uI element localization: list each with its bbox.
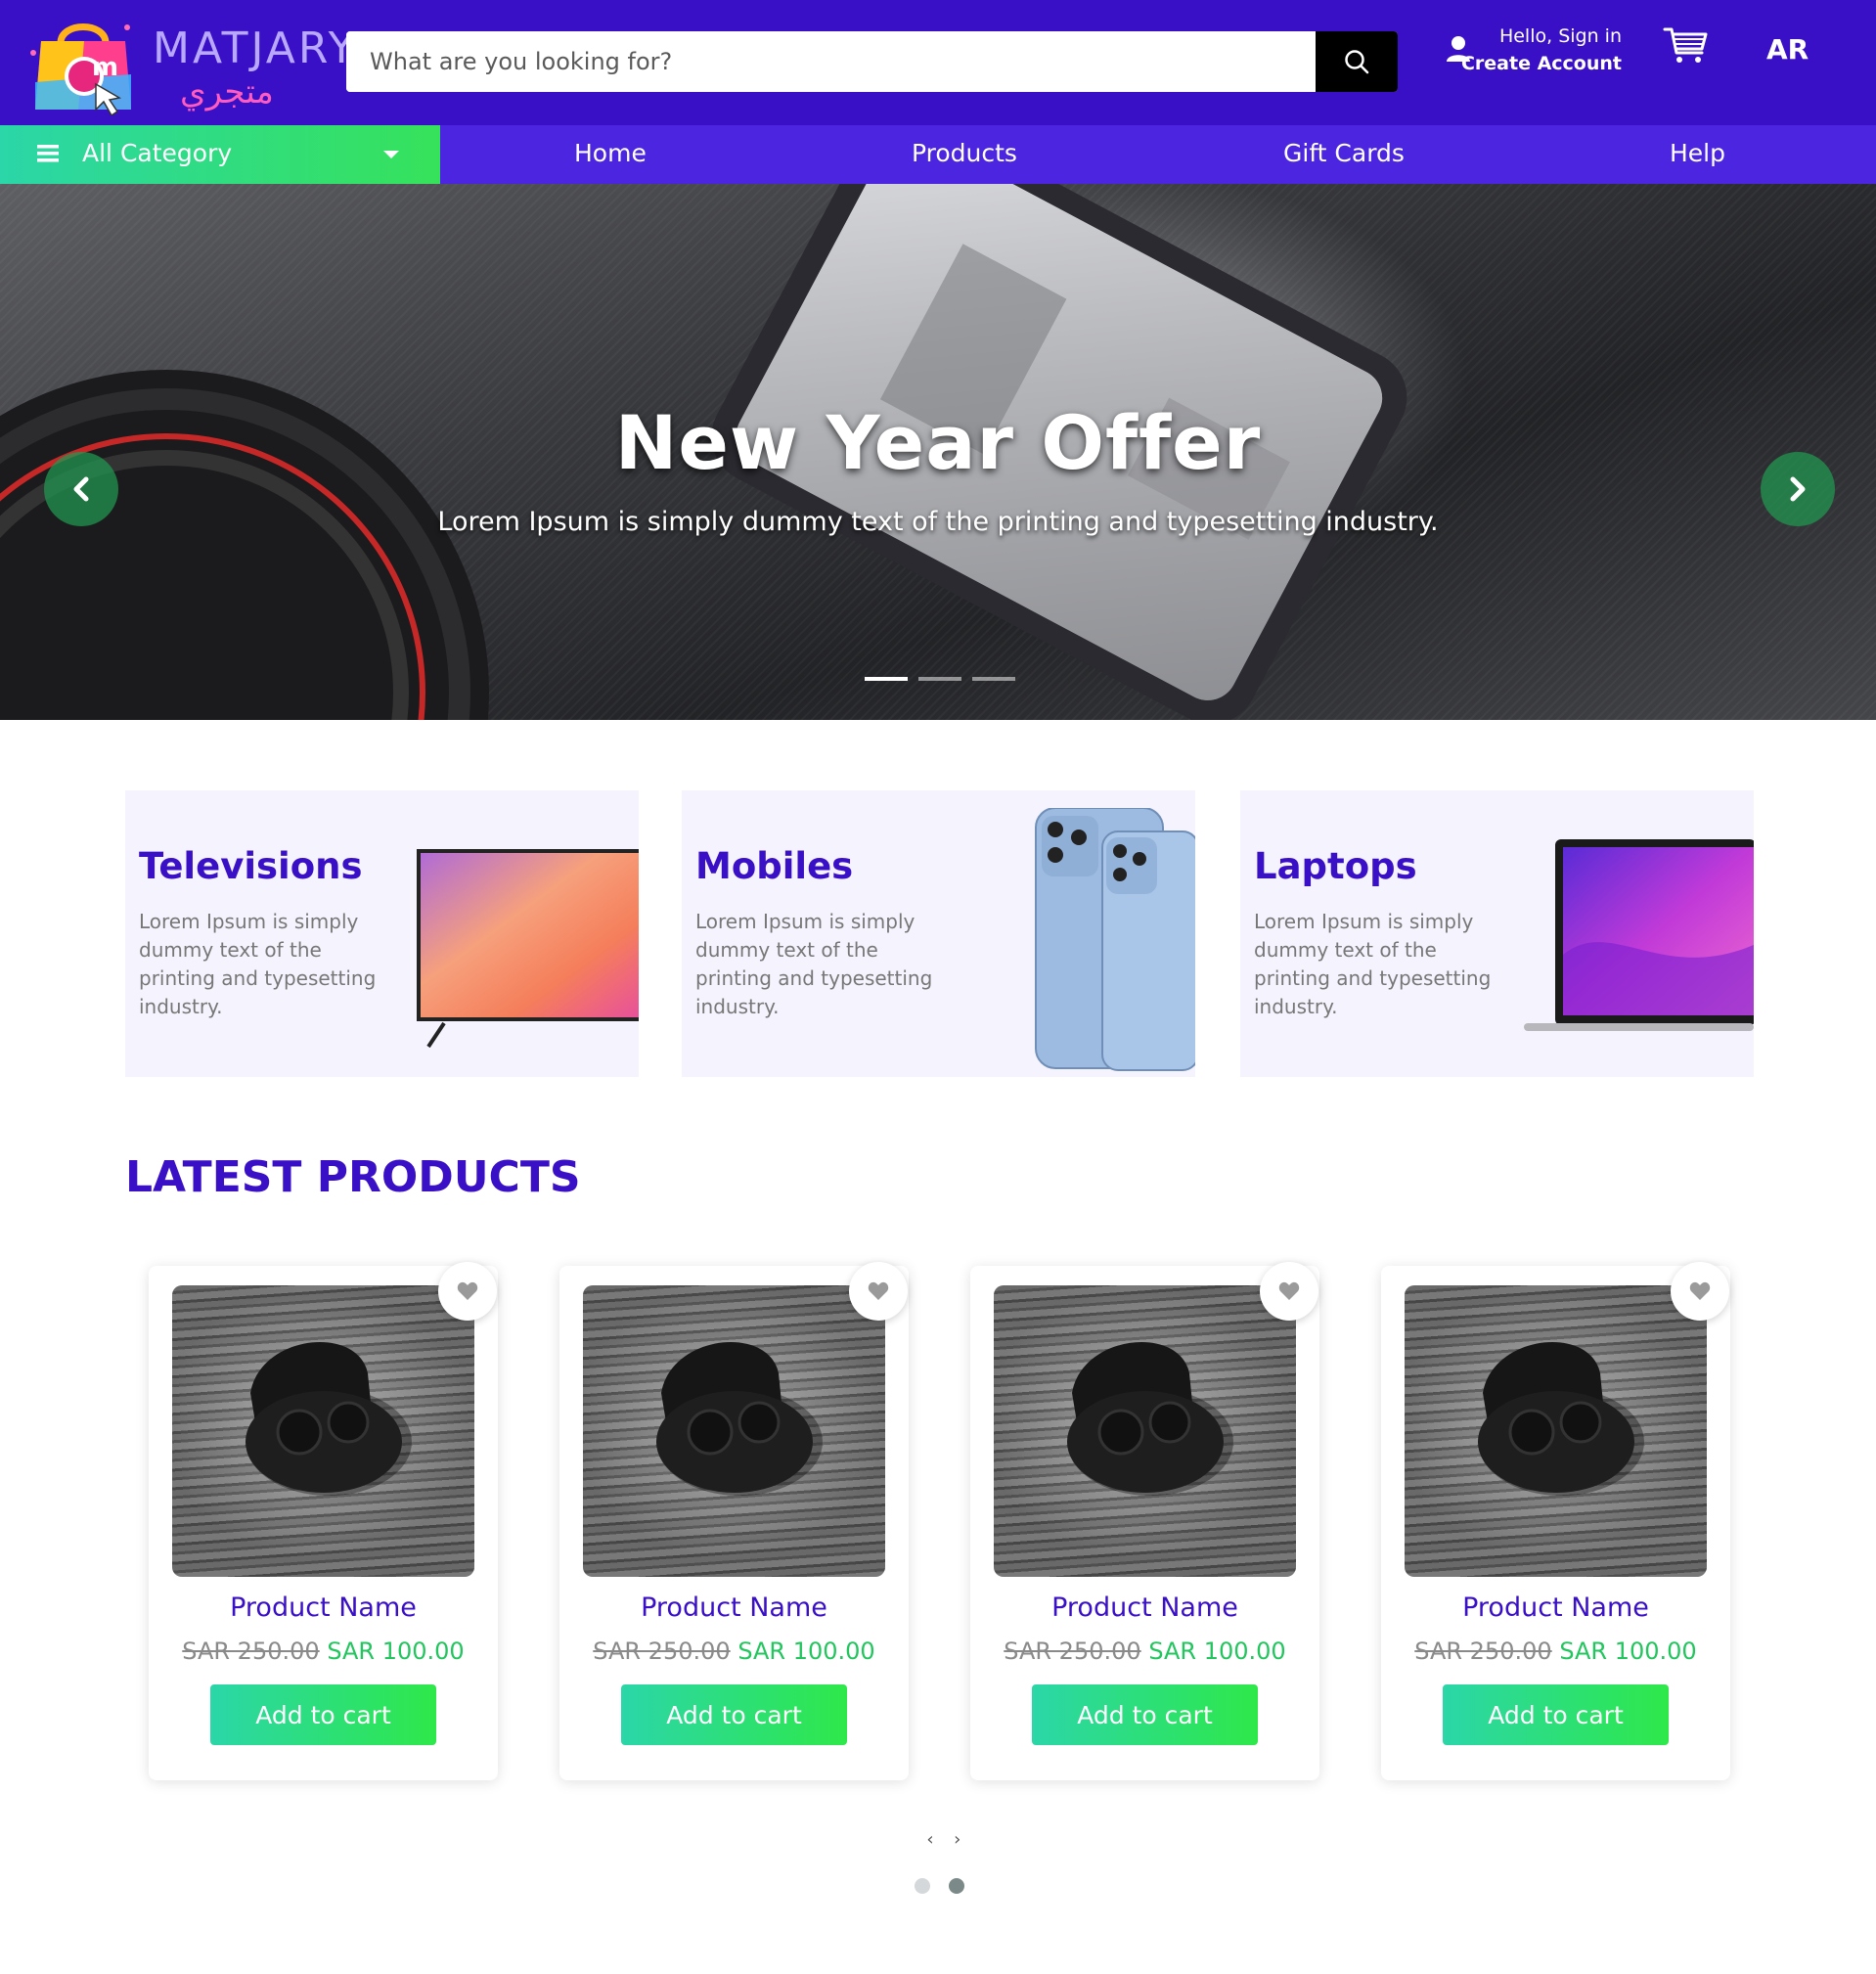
product-image[interactable] [994,1285,1296,1577]
category-description: Lorem Ipsum is simply dummy text of the … [695,910,933,1018]
category-title: Laptops [1254,845,1417,887]
brand-name-en: MATJARY [153,23,358,73]
search-bar [346,31,1398,92]
product-price: SAR 250.00 SAR 100.00 [149,1638,498,1665]
television-image [417,849,639,1049]
header: m MATJARY متجري Hello, Sign in Create Ac… [0,0,1876,125]
all-category-label: All Category [82,139,233,167]
earbuds-image [1478,1341,1644,1496]
nav-home[interactable]: Home [574,139,647,167]
heart-icon [1689,1281,1711,1300]
hero-title: New Year Offer [614,399,1262,486]
product-name[interactable]: Product Name [970,1593,1319,1623]
search-input[interactable] [346,31,1324,92]
category-card-mobiles[interactable]: Mobiles Lorem Ipsum is simply dummy text… [682,790,1195,1077]
category-title: Televisions [139,845,363,887]
nav-help[interactable]: Help [1670,139,1725,167]
heart-icon [868,1281,889,1300]
nav-products[interactable]: Products [912,139,1017,167]
earbuds-image [1067,1341,1233,1496]
chevron-right-icon [1790,476,1806,502]
carousel-next-button[interactable]: › [947,1829,968,1850]
hero-indicator-3[interactable] [972,677,1015,681]
earbuds-image [246,1341,412,1496]
add-to-cart-button[interactable]: Add to cart [1443,1684,1669,1745]
old-price: SAR 250.00 [182,1638,320,1665]
favorite-button[interactable] [1260,1262,1318,1321]
category-title: Mobiles [695,845,854,887]
sign-in-link[interactable]: Hello, Sign in [1499,25,1622,47]
brand-name-ar: متجري [180,72,274,112]
category-card-televisions[interactable]: Televisions Lorem Ipsum is simply dummy … [125,790,639,1077]
new-price: SAR 100.00 [327,1638,465,1665]
favorite-button[interactable] [438,1262,497,1321]
hero-carousel: New Year Offer Lorem Ipsum is simply dum… [0,184,1876,720]
product-card: Product Name SAR 250.00 SAR 100.00 Add t… [559,1262,909,1780]
hero-indicator-2[interactable] [918,677,961,681]
old-price: SAR 250.00 [1004,1638,1141,1665]
section-title-latest-products: LATEST PRODUCTS [125,1152,581,1202]
search-button[interactable] [1316,31,1398,92]
mobile-image [1035,808,1195,1071]
nav-gift-cards[interactable]: Gift Cards [1283,139,1405,167]
cart-icon [1663,27,1708,63]
add-to-cart-button[interactable]: Add to cart [1032,1684,1258,1745]
logo-letter: m [92,53,119,82]
create-account-link[interactable]: Create Account [1461,53,1622,74]
laptop-image [1524,839,1754,1031]
shopping-bag-icon [30,23,131,115]
add-to-cart-button[interactable]: Add to cart [621,1684,847,1745]
product-image[interactable] [172,1285,474,1577]
menu-icon [37,145,59,162]
product-card: Product Name SAR 250.00 SAR 100.00 Add t… [970,1262,1319,1780]
earbuds-image [656,1341,823,1496]
carousel-prev-button[interactable]: ‹ [919,1829,941,1850]
all-category-dropdown[interactable]: All Category [0,125,440,184]
product-name[interactable]: Product Name [1381,1593,1730,1623]
product-image[interactable] [583,1285,885,1577]
page: m MATJARY متجري Hello, Sign in Create Ac… [0,0,1876,1974]
brand-logo[interactable]: m MATJARY متجري [23,4,354,119]
product-name[interactable]: Product Name [559,1593,909,1623]
caret-down-icon [383,151,399,158]
category-description: Lorem Ipsum is simply dummy text of the … [1254,910,1492,1018]
hero-indicator-1[interactable] [865,677,908,681]
carousel-page-dot-1[interactable] [915,1878,930,1894]
product-card: Product Name SAR 250.00 SAR 100.00 Add t… [1381,1262,1730,1780]
product-price: SAR 250.00 SAR 100.00 [1381,1638,1730,1665]
product-price: SAR 250.00 SAR 100.00 [559,1638,909,1665]
heart-icon [457,1281,478,1300]
new-price: SAR 100.00 [1559,1638,1697,1665]
cart-button[interactable] [1663,25,1712,68]
hero-subtitle: Lorem Ipsum is simply dummy text of the … [437,507,1439,537]
chevron-left-icon [73,476,89,502]
search-icon [1345,50,1369,74]
new-price: SAR 100.00 [1148,1638,1286,1665]
add-to-cart-button[interactable]: Add to cart [210,1684,436,1745]
account-menu[interactable]: Hello, Sign in Create Account [1442,23,1628,82]
hero-prev-button[interactable] [44,452,118,526]
carousel-page-dot-2[interactable] [949,1878,964,1894]
heart-icon [1278,1281,1300,1300]
favorite-button[interactable] [849,1262,908,1321]
main-nav: All Category Home Products Gift Cards He… [0,125,1876,184]
hero-next-button[interactable] [1761,452,1835,526]
product-carousel-arrows: ‹ › [919,1829,968,1850]
category-description: Lorem Ipsum is simply dummy text of the … [139,910,377,1018]
product-card: Product Name SAR 250.00 SAR 100.00 Add t… [149,1262,498,1780]
category-card-laptops[interactable]: Laptops Lorem Ipsum is simply dummy text… [1240,790,1754,1077]
hero-indicators [865,677,1021,683]
new-price: SAR 100.00 [737,1638,875,1665]
language-switch[interactable]: AR [1766,33,1809,66]
product-price: SAR 250.00 SAR 100.00 [970,1638,1319,1665]
product-name[interactable]: Product Name [149,1593,498,1623]
old-price: SAR 250.00 [1414,1638,1552,1665]
old-price: SAR 250.00 [593,1638,731,1665]
product-image[interactable] [1405,1285,1707,1577]
favorite-button[interactable] [1671,1262,1729,1321]
